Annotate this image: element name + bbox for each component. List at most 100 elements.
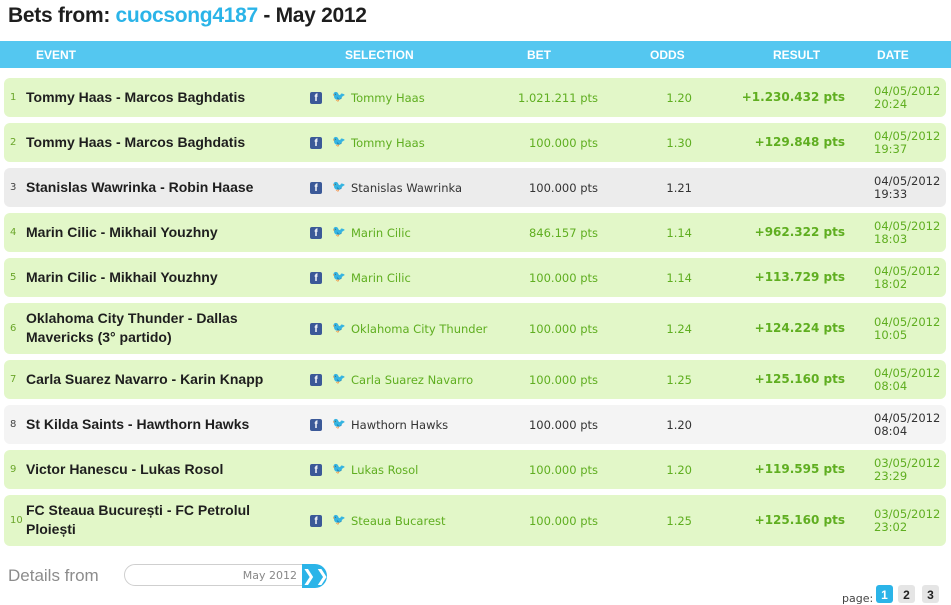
table-row[interactable]: 7 Carla Suarez Navarro - Karin Knapp Carla…	[4, 360, 946, 399]
bet-datetime: 04/05/2012 20:24	[874, 84, 940, 111]
page-button-3[interactable]: 3	[922, 585, 939, 603]
twitter-icon[interactable]: 🐦	[332, 180, 346, 193]
bet-time: 23:02	[874, 519, 908, 534]
column-odds: ODDS	[650, 48, 685, 62]
event-name[interactable]: Carla Suarez Navarro - Karin Knapp	[26, 370, 296, 389]
twitter-icon[interactable]: 🐦	[332, 462, 346, 475]
twitter-icon[interactable]: 🐦	[332, 225, 346, 238]
bet-date: 04/05/2012	[874, 173, 941, 188]
event-name[interactable]: FC Steaua București - FC Petrolul Ploieș…	[26, 501, 296, 539]
details-label: Details from	[8, 566, 99, 585]
twitter-icon[interactable]: 🐦	[332, 321, 346, 334]
bet-amount: 100.000 pts	[528, 417, 598, 432]
facebook-icon[interactable]: f	[310, 271, 322, 284]
twitter-icon[interactable]: 🐦	[332, 270, 346, 283]
bet-datetime: 04/05/2012 19:33	[874, 173, 941, 201]
bet-datetime: 04/05/2012 08:04	[874, 365, 941, 393]
table-row[interactable]: 4 Marin Cilic - Mikhail Youzhny Marin Cili…	[4, 213, 946, 252]
title-suffix: - May 2012	[257, 4, 367, 27]
table-header: EVENT SELECTION BET ODDS RESULT DATE	[0, 41, 951, 68]
facebook-icon[interactable]: f	[310, 373, 322, 386]
event-name[interactable]: Tommy Haas - Marcos Baghdatis	[26, 133, 296, 152]
column-bet: BET	[527, 48, 551, 62]
twitter-icon[interactable]: 🐦	[332, 372, 346, 385]
table-row[interactable]: 5 Marin Cilic - Mikhail Youzhny Marin Cili…	[4, 258, 946, 297]
table-row[interactable]: 6 Oklahoma City Thunder - Dallas Maverick…	[4, 303, 946, 354]
bet-date: 04/05/2012	[874, 218, 941, 233]
result-value: +129.848 pts	[754, 134, 845, 149]
column-date: DATE	[877, 48, 909, 62]
result-value: +962.322 pts	[754, 224, 845, 239]
twitter-icon[interactable]: 🐦	[332, 90, 346, 103]
row-index: 9	[10, 463, 17, 475]
event-name[interactable]: St Kilda Saints - Hawthorn Hawks	[26, 415, 296, 434]
event-name[interactable]: Oklahoma City Thunder - Dallas Mavericks…	[26, 309, 296, 347]
table-row[interactable]: 2 Tommy Haas - Marcos Baghdatis Tommy Haas…	[4, 123, 946, 162]
event-name[interactable]: Marin Cilic - Mikhail Youzhny	[26, 268, 296, 287]
selection-name: Marin Cilic	[351, 225, 411, 240]
bet-date: 03/05/2012	[874, 506, 941, 521]
bet-time: 10:05	[874, 327, 908, 342]
details-month-input[interactable]: May 2012	[124, 564, 304, 586]
row-index: 8	[10, 418, 17, 430]
facebook-icon[interactable]: f	[310, 418, 322, 431]
column-event: EVENT	[36, 48, 77, 62]
event-name[interactable]: Victor Hanescu - Lukas Rosol	[26, 460, 296, 479]
bet-date: 04/05/2012	[874, 365, 941, 380]
bet-time: 19:37	[874, 141, 908, 156]
event-name[interactable]: Stanislas Wawrinka - Robin Haase	[26, 178, 296, 197]
odds-value: 1.25	[666, 372, 692, 387]
odds-value: 1.14	[666, 270, 692, 285]
username-link[interactable]: cuocsong4187	[116, 4, 259, 27]
facebook-icon[interactable]: f	[310, 226, 322, 239]
bet-date: 04/05/2012	[874, 263, 941, 278]
facebook-icon[interactable]: f	[310, 463, 322, 476]
selection-name: Tommy Haas	[351, 90, 425, 105]
details-month-value: May 2012	[242, 569, 297, 582]
bet-time: 19:33	[874, 186, 908, 201]
table-row[interactable]: 8 St Kilda Saints - Hawthorn Hawks Hawthor…	[4, 405, 946, 444]
facebook-icon[interactable]: f	[310, 91, 322, 104]
table-row[interactable]: 1 Tommy Haas - Marcos Baghdatis Tommy Haas…	[4, 78, 946, 117]
bet-amount: 100.000 pts	[528, 462, 598, 477]
table-row[interactable]: 9 Victor Hanescu - Lukas Rosol Lukas Rosol…	[4, 450, 946, 489]
result-value: +125.160 pts	[754, 512, 845, 527]
bet-datetime: 04/05/2012 18:03	[874, 218, 941, 246]
facebook-icon[interactable]: f	[310, 181, 322, 194]
page-button-2[interactable]: 2	[898, 585, 915, 603]
page-title: Bets from: cuocsong4187 - May 2012	[8, 4, 367, 28]
twitter-icon[interactable]: 🐦	[332, 135, 346, 148]
bet-amount: 100.000 pts	[528, 135, 598, 150]
bet-datetime: 03/05/2012 23:29	[874, 456, 940, 483]
bet-amount: 846.157 pts	[528, 225, 598, 240]
event-name[interactable]: Marin Cilic - Mikhail Youzhny	[26, 223, 296, 242]
bet-amount: 100.000 pts	[528, 321, 598, 336]
bet-date: 04/05/2012	[874, 410, 941, 425]
details-go-button[interactable]: ❯❯	[302, 564, 329, 588]
table-row[interactable]: 3 Stanislas Wawrinka - Robin Haase Stanisl…	[4, 168, 946, 207]
pager-label: page:	[842, 592, 874, 605]
facebook-icon[interactable]: f	[310, 514, 322, 527]
bet-time: 18:03	[874, 231, 908, 246]
row-index: 2	[10, 136, 17, 148]
result-value: +119.595 pts	[754, 461, 845, 476]
table-row[interactable]: 10 FC Steaua București - FC Petrolul Ploi…	[4, 495, 946, 546]
twitter-icon[interactable]: 🐦	[332, 513, 346, 526]
bet-datetime: 04/05/2012 08:04	[874, 410, 941, 438]
bet-datetime: 04/05/2012 19:37	[874, 129, 940, 156]
bet-time: 20:24	[874, 96, 908, 111]
odds-value: 1.20	[666, 90, 692, 105]
odds-value: 1.30	[666, 135, 692, 150]
odds-value: 1.24	[666, 321, 692, 336]
row-index: 7	[10, 373, 17, 385]
bet-time: 18:02	[874, 276, 908, 291]
event-name[interactable]: Tommy Haas - Marcos Baghdatis	[26, 88, 296, 107]
page-button-1[interactable]: 1	[876, 585, 893, 603]
bet-amount: 100.000 pts	[528, 180, 598, 195]
bet-datetime: 04/05/2012 10:05	[874, 315, 940, 342]
facebook-icon[interactable]: f	[310, 136, 322, 149]
twitter-icon[interactable]: 🐦	[332, 417, 346, 430]
column-selection: SELECTION	[345, 48, 414, 62]
bet-datetime: 04/05/2012 18:02	[874, 263, 941, 291]
facebook-icon[interactable]: f	[310, 322, 322, 335]
